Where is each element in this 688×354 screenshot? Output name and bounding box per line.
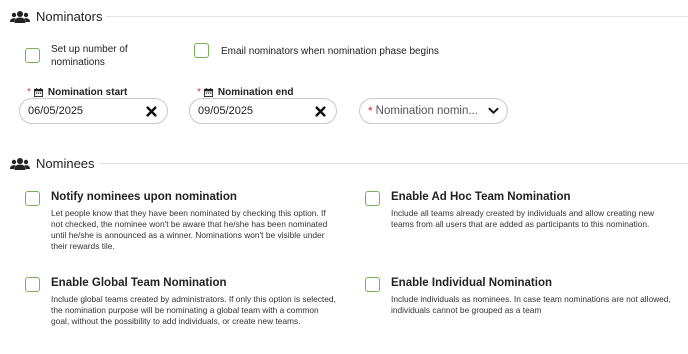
users-icon: [10, 10, 30, 23]
nomination-select[interactable]: * Nomination nomin...: [359, 98, 508, 124]
ad-hoc-team-checkbox[interactable]: [365, 191, 380, 206]
calendar-icon: [33, 88, 43, 97]
nomination-start-value: 06/05/2025: [28, 105, 84, 117]
individual-nomination-desc: Include individuals as nominees. In case…: [391, 294, 671, 315]
users-icon: [10, 157, 30, 170]
nomination-select-placeholder: Nomination nomin...: [375, 105, 478, 117]
set-up-number-label: Set up number of nominations: [51, 44, 128, 68]
global-team-desc: Include global teams created by administ…: [51, 294, 336, 326]
nominators-header: Nominators: [10, 9, 102, 24]
email-nominators-label: Email nominators when nomination phase b…: [221, 46, 439, 57]
nominees-header: Nominees: [10, 156, 95, 171]
nomination-end-value: 09/05/2025: [198, 105, 254, 117]
notify-nominees-desc: Let people know that they have been nomi…: [51, 208, 328, 251]
nominees-title: Nominees: [36, 156, 95, 171]
nomination-end-label: * Nomination end: [197, 87, 294, 98]
notify-nominees-title: Notify nominees upon nomination: [51, 191, 237, 203]
nominators-title: Nominators: [36, 9, 103, 24]
nomination-end-input[interactable]: 09/05/2025: [189, 98, 337, 124]
clear-icon[interactable]: [315, 105, 326, 117]
nominees-divider: [98, 163, 688, 164]
ad-hoc-team-desc: Include all teams already created by ind…: [391, 208, 655, 229]
notify-nominees-checkbox[interactable]: [25, 191, 40, 206]
individual-nomination-checkbox[interactable]: [365, 277, 380, 292]
calendar-icon: [203, 88, 213, 97]
global-team-title: Enable Global Team Nomination: [51, 277, 227, 289]
individual-nomination-title: Enable Individual Nomination: [391, 277, 553, 289]
set-up-number-checkbox[interactable]: [25, 48, 40, 63]
global-team-checkbox[interactable]: [25, 277, 40, 292]
nomination-start-input[interactable]: 06/05/2025: [19, 98, 168, 124]
nominators-divider: [106, 16, 688, 17]
clear-icon[interactable]: [146, 105, 157, 117]
email-nominators-checkbox[interactable]: [194, 43, 209, 58]
ad-hoc-team-title: Enable Ad Hoc Team Nomination: [391, 191, 571, 203]
chevron-down-icon: [488, 107, 499, 114]
nomination-start-label: * Nomination start: [27, 87, 128, 98]
